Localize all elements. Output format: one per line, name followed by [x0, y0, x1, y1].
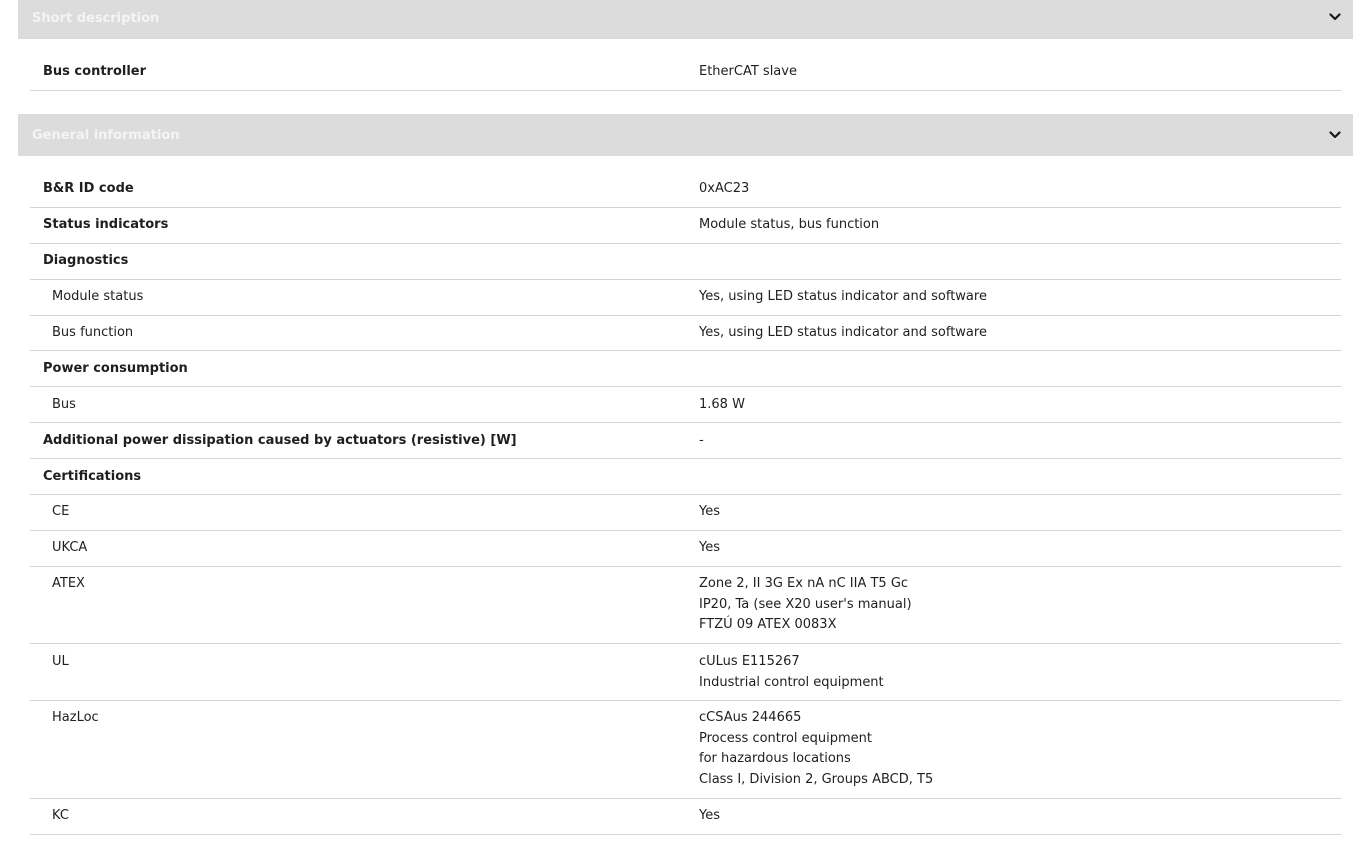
spec-label: B&R ID code	[43, 181, 134, 196]
section-header-short-description[interactable]: Short description	[18, 0, 1353, 39]
spec-value-line: 1.68 W	[699, 397, 745, 412]
spec-value: Module status, bus function	[699, 215, 879, 236]
spec-label: Status indicators	[43, 217, 169, 232]
spec-value-line: Yes	[699, 808, 720, 823]
spec-value-line: EtherCAT slave	[699, 64, 797, 79]
spec-label: UKCA	[52, 540, 88, 555]
spec-row: Certifications	[30, 459, 1341, 495]
spec-label: Certifications	[43, 469, 142, 484]
spec-row: UKCA Yes	[30, 531, 1341, 567]
spec-row: Bus 1.68 W	[30, 387, 1341, 423]
spec-value: cCSAus 244665 Process control equipment …	[699, 708, 933, 791]
chevron-down-icon[interactable]	[1329, 131, 1341, 139]
spec-row: Diagnostics	[30, 244, 1341, 280]
spec-value-line: Yes, using LED status indicator and soft…	[699, 289, 987, 304]
spec-row: Power consumption	[30, 351, 1341, 387]
spec-value: Yes, using LED status indicator and soft…	[699, 287, 987, 308]
spec-row: Bus controller EtherCAT slave	[30, 55, 1341, 91]
spec-value: cULus E115267 Industrial control equipme…	[699, 652, 884, 693]
spec-row: Bus function Yes, using LED status indic…	[30, 316, 1341, 351]
spec-row: Module status Yes, using LED status indi…	[30, 280, 1341, 316]
spec-row: B&R ID code 0xAC23	[30, 172, 1341, 208]
spec-value-line: Class I, Division 2, Groups ABCD, T5	[699, 772, 934, 788]
spec-value-line: 0xAC23	[699, 181, 750, 196]
spec-value-line: cULus E115267	[699, 654, 800, 669]
spec-row: UL cULus E115267 Industrial control equi…	[30, 644, 1341, 701]
spec-value-line: Yes, using LED status indicator and soft…	[699, 325, 987, 340]
spec-value-line: -	[699, 433, 704, 448]
spec-value-line: Process control equipment	[699, 730, 872, 746]
spec-label: Bus controller	[43, 64, 147, 79]
spec-row: Status indicators Module status, bus fun…	[30, 208, 1341, 244]
spec-label: CE	[52, 504, 70, 519]
spec-label: HazLoc	[52, 710, 99, 725]
spec-label: Module status	[52, 289, 144, 304]
spec-label: ATEX	[52, 576, 85, 591]
spec-row: KC Yes	[30, 799, 1341, 835]
spec-row: Additional power dissipation caused by a…	[30, 423, 1341, 459]
spec-value-line: Industrial control equipment	[699, 674, 884, 690]
spec-row: HazLoc cCSAus 244665 Process control equ…	[30, 701, 1341, 799]
spec-value: Yes, using LED status indicator and soft…	[699, 323, 987, 344]
spec-value: Yes	[699, 538, 720, 559]
spec-value-line: Zone 2, II 3G Ex nA nC IIA T5 Gc	[699, 576, 909, 591]
spec-value-line: IP20, Ta (see X20 user's manual)	[699, 596, 912, 612]
section-title: Short description	[32, 11, 160, 26]
spec-label: Power consumption	[43, 361, 188, 376]
section-header-general-information[interactable]: General information	[18, 114, 1353, 156]
spec-label: Diagnostics	[43, 253, 129, 268]
spec-value: Yes	[699, 806, 720, 827]
spec-label: Additional power dissipation caused by a…	[43, 433, 517, 448]
spec-value: -	[699, 431, 704, 452]
spec-value: 1.68 W	[699, 395, 745, 416]
spec-value-line: FTZÚ 09 ATEX 0083X	[699, 617, 837, 633]
spec-value: EtherCAT slave	[699, 62, 797, 83]
spec-label: Bus function	[52, 325, 134, 340]
spec-value: Yes	[699, 502, 720, 523]
spec-label: UL	[52, 654, 69, 669]
spec-page: Short description Bus controller EtherCA…	[0, 0, 1368, 852]
section-title: General information	[32, 128, 180, 143]
spec-row: CE Yes	[30, 495, 1341, 531]
spec-label: KC	[52, 808, 69, 823]
spec-value-line: Yes	[699, 504, 720, 519]
chevron-down-icon[interactable]	[1329, 13, 1341, 21]
spec-label: Bus	[52, 397, 76, 412]
spec-value-line: Yes	[699, 540, 720, 555]
spec-value: Zone 2, II 3G Ex nA nC IIA T5 Gc IP20, T…	[699, 574, 912, 636]
spec-value: 0xAC23	[699, 179, 749, 200]
spec-value-line: Module status, bus function	[699, 217, 880, 232]
spec-row: ATEX Zone 2, II 3G Ex nA nC IIA T5 Gc IP…	[30, 567, 1341, 644]
spec-value-line: cCSAus 244665	[699, 710, 802, 725]
spec-value-line: for hazardous locations	[699, 751, 851, 767]
